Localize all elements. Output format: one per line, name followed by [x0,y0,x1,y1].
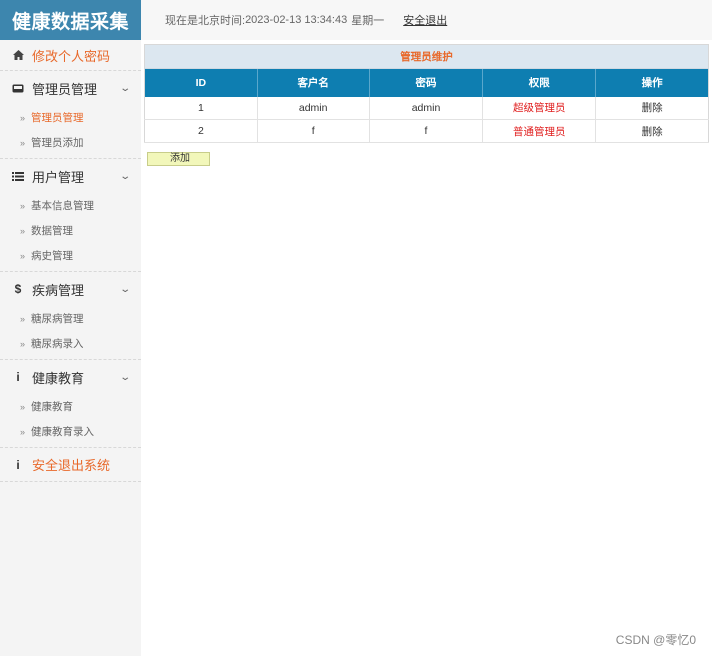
sidebar-item-label: 修改个人密码 [32,48,111,64]
sidebar-item-diabetes-manage[interactable]: » 糖尿病管理 [0,306,141,331]
delete-link[interactable]: 删除 [595,119,709,143]
sidebar-item-label: 数据管理 [31,225,74,237]
sidebar-item-data-manage[interactable]: » 数据管理 [0,218,141,243]
chevron-down-icon: ⌄ [118,371,131,383]
sidebar-item-label: 管理员添加 [31,137,84,149]
sidebar-item-basic-info[interactable]: » 基本信息管理 [0,193,141,218]
sidebar-item-admin-manage[interactable]: » 管理员管理 [0,105,141,130]
sidebar-item-change-password[interactable]: 修改个人密码 [0,40,141,71]
cell-username: f [257,119,370,143]
sidebar-item-admin-add[interactable]: » 管理员添加 [0,130,141,155]
table-row: 1 admin admin 超级管理员 删除 [144,96,709,120]
info-icon: i [16,370,20,384]
double-chevron-right-icon: » [20,200,25,211]
sidebar-group-user[interactable]: 用户管理 ⌄ [0,159,141,193]
double-chevron-right-icon: » [20,401,25,412]
current-weekday: 星期一 [351,15,385,27]
column-header-password: 密码 [369,68,484,97]
sidebar-group-label: 管理员管理 [32,81,98,97]
sidebar-item-label: 糖尿病管理 [31,313,84,325]
inbox-icon [12,84,24,93]
time-prefix: 现在是北京时间: [165,15,246,27]
cell-id: 2 [144,119,258,143]
table-row: 2 f f 普通管理员 删除 [144,119,709,143]
double-chevron-right-icon: » [20,225,25,236]
cell-permission: 普通管理员 [482,119,597,143]
chevron-down-icon: ⌄ [118,82,131,94]
column-header-permission: 权限 [482,68,597,97]
logout-link[interactable]: 安全退出 [403,12,447,28]
admin-table: 管理员维护 ID 客户名 密码 权限 操作 1 admin admin 超级管理… [144,44,709,143]
double-chevron-right-icon: » [20,137,25,148]
sidebar-item-label: 糖尿病录入 [31,338,84,350]
cell-permission: 超级管理员 [482,96,597,120]
sidebar-item-label: 健康教育 [31,401,74,413]
add-button[interactable]: 添加 [147,152,210,166]
column-header-id: ID [144,68,258,97]
double-chevron-right-icon: » [20,338,25,349]
sidebar: 健康数据采集 修改个人密码 管理员管理 ⌄ » 管理员管理 » 管理员添加 用户管理… [0,0,141,656]
column-header-action: 操作 [595,68,709,97]
delete-link[interactable]: 删除 [595,96,709,120]
sidebar-item-label: 健康教育录入 [31,426,95,438]
watermark: CSDN @零忆0 [615,633,696,647]
cell-password: admin [369,96,484,120]
sidebar-item-education-entry[interactable]: » 健康教育录入 [0,419,141,444]
sidebar-item-label: 病史管理 [31,250,74,262]
sidebar-group-disease[interactable]: $ 疾病管理 ⌄ [0,272,141,306]
sidebar-item-diabetes-entry[interactable]: » 糖尿病录入 [0,331,141,356]
chevron-down-icon: ⌄ [118,283,131,295]
double-chevron-right-icon: » [20,313,25,324]
sidebar-group-label: 用户管理 [32,169,85,185]
main-content: 管理员维护 ID 客户名 密码 权限 操作 1 admin admin 超级管理… [144,44,709,166]
info-icon: i [16,457,20,472]
current-datetime: 2023-02-13 13:34:43 [245,14,348,26]
app-logo: 健康数据采集 [0,0,141,40]
double-chevron-right-icon: » [20,250,25,261]
column-header-username: 客户名 [257,68,370,97]
cell-username: admin [257,96,370,120]
sidebar-item-exit-system[interactable]: i 安全退出系统 [0,448,141,482]
sidebar-item-history-manage[interactable]: » 病史管理 [0,243,141,268]
top-header: 现在是北京时间: 2023-02-13 13:34:43 星期一 安全退出 [141,0,712,40]
sidebar-group-label: 健康教育 [32,370,85,386]
home-icon [12,50,24,60]
cell-password: f [369,119,484,143]
sidebar-group-label: 疾病管理 [32,282,85,298]
double-chevron-right-icon: » [20,112,25,123]
sidebar-group-admin[interactable]: 管理员管理 ⌄ [0,71,141,105]
sidebar-item-label: 管理员管理 [31,112,84,124]
cell-id: 1 [144,96,258,120]
double-chevron-right-icon: » [20,426,25,437]
sidebar-item-education[interactable]: » 健康教育 [0,394,141,419]
sidebar-item-label: 安全退出系统 [32,458,111,473]
sidebar-item-label: 基本信息管理 [31,200,95,212]
list-icon [12,171,24,181]
sidebar-group-education[interactable]: i 健康教育 ⌄ [0,360,141,394]
chevron-down-icon: ⌄ [118,170,131,182]
dollar-icon: $ [14,282,22,296]
table-caption: 管理员维护 [144,44,709,69]
